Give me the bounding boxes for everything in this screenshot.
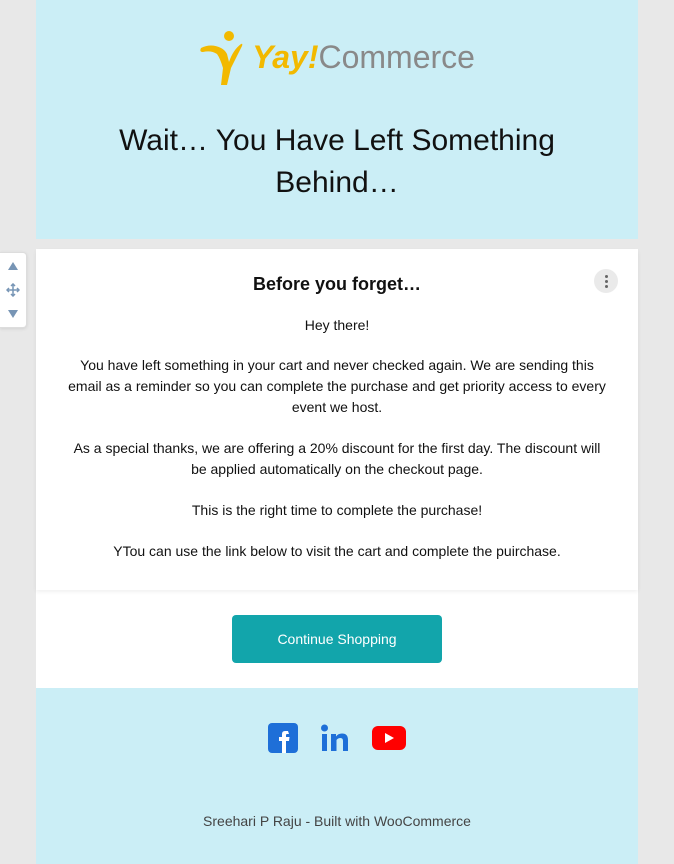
social-icons-row	[56, 723, 618, 758]
logo: Yay!Commerce	[56, 30, 618, 85]
content-card: Before you forget… Hey there! You have l…	[36, 249, 638, 590]
logo-yay: Yay!	[252, 39, 318, 75]
more-vertical-icon	[605, 275, 608, 288]
email-footer: Sreehari P Raju - Built with WooCommerce	[36, 688, 638, 864]
move-down-button[interactable]	[2, 305, 24, 323]
logo-person-icon	[199, 30, 244, 85]
move-up-button[interactable]	[2, 257, 24, 275]
linkedin-icon[interactable]	[320, 723, 350, 758]
youtube-icon[interactable]	[372, 726, 406, 755]
button-section: Continue Shopping	[36, 590, 638, 688]
move-handle-button[interactable]	[2, 281, 24, 299]
logo-text: Yay!Commerce	[252, 39, 475, 76]
logo-commerce: Commerce	[318, 39, 474, 75]
facebook-icon[interactable]	[268, 723, 298, 758]
body-paragraph-4: YTou can use the link below to visit the…	[66, 541, 608, 562]
body-paragraph-1: You have left something in your cart and…	[66, 355, 608, 418]
more-options-button[interactable]	[594, 269, 618, 293]
email-header: Yay!Commerce Wait… You Have Left Somethi…	[36, 0, 638, 239]
email-container: Yay!Commerce Wait… You Have Left Somethi…	[36, 0, 638, 864]
card-subtitle: Before you forget…	[66, 274, 608, 295]
footer-credit: Sreehari P Raju - Built with WooCommerce	[56, 813, 618, 829]
side-toolbar	[0, 252, 27, 328]
page-title: Wait… You Have Left Something Behind…	[56, 120, 618, 204]
continue-shopping-button[interactable]: Continue Shopping	[232, 615, 441, 663]
greeting-text: Hey there!	[66, 317, 608, 333]
body-paragraph-2: As a special thanks, we are offering a 2…	[66, 438, 608, 480]
body-paragraph-3: This is the right time to complete the p…	[66, 500, 608, 521]
